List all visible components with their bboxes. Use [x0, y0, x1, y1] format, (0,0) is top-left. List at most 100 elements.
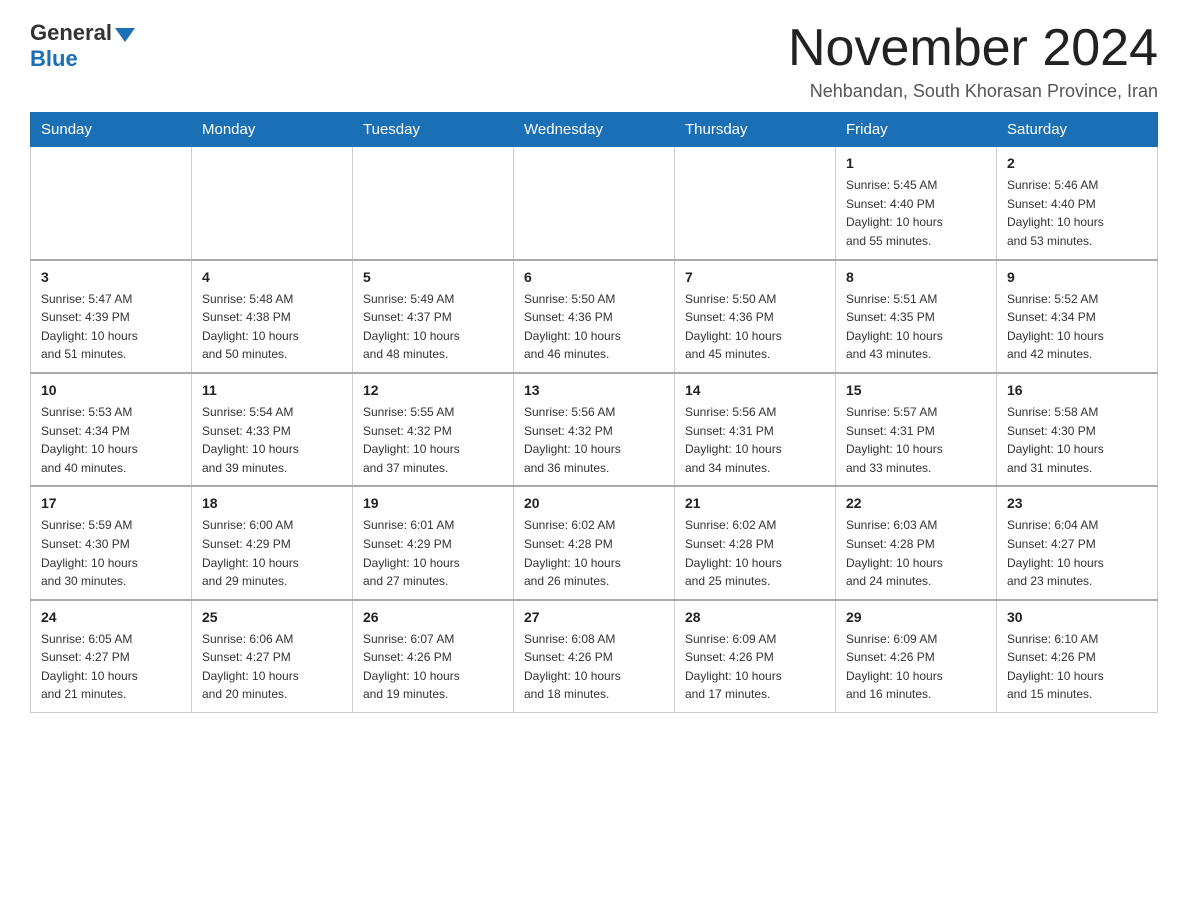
- calendar-cell: [353, 147, 514, 260]
- day-info: Sunrise: 5:52 AM Sunset: 4:34 PM Dayligh…: [1007, 290, 1147, 364]
- day-info: Sunrise: 6:05 AM Sunset: 4:27 PM Dayligh…: [41, 630, 181, 704]
- calendar-cell: 25Sunrise: 6:06 AM Sunset: 4:27 PM Dayli…: [192, 600, 353, 713]
- calendar-week-row-1: 1Sunrise: 5:45 AM Sunset: 4:40 PM Daylig…: [31, 147, 1158, 260]
- calendar-week-row-4: 17Sunrise: 5:59 AM Sunset: 4:30 PM Dayli…: [31, 486, 1158, 599]
- day-number: 10: [41, 380, 181, 401]
- day-number: 2: [1007, 153, 1147, 174]
- day-info: Sunrise: 5:56 AM Sunset: 4:32 PM Dayligh…: [524, 403, 664, 477]
- logo-arrow-icon: [115, 28, 135, 42]
- title-area: November 2024 Nehbandan, South Khorasan …: [788, 20, 1158, 102]
- day-number: 4: [202, 267, 342, 288]
- day-number: 9: [1007, 267, 1147, 288]
- day-number: 13: [524, 380, 664, 401]
- day-number: 14: [685, 380, 825, 401]
- calendar-header-monday: Monday: [192, 113, 353, 147]
- calendar-header-friday: Friday: [836, 113, 997, 147]
- day-info: Sunrise: 5:54 AM Sunset: 4:33 PM Dayligh…: [202, 403, 342, 477]
- day-number: 5: [363, 267, 503, 288]
- day-number: 22: [846, 493, 986, 514]
- calendar-header-tuesday: Tuesday: [353, 113, 514, 147]
- day-number: 19: [363, 493, 503, 514]
- calendar-cell: 13Sunrise: 5:56 AM Sunset: 4:32 PM Dayli…: [514, 373, 675, 486]
- logo-blue-text: Blue: [30, 46, 78, 72]
- day-info: Sunrise: 6:01 AM Sunset: 4:29 PM Dayligh…: [363, 516, 503, 590]
- calendar-week-row-3: 10Sunrise: 5:53 AM Sunset: 4:34 PM Dayli…: [31, 373, 1158, 486]
- logo-general-text: General: [30, 20, 112, 46]
- calendar-header-wednesday: Wednesday: [514, 113, 675, 147]
- calendar-cell: 15Sunrise: 5:57 AM Sunset: 4:31 PM Dayli…: [836, 373, 997, 486]
- day-info: Sunrise: 5:57 AM Sunset: 4:31 PM Dayligh…: [846, 403, 986, 477]
- day-number: 6: [524, 267, 664, 288]
- calendar-cell: 23Sunrise: 6:04 AM Sunset: 4:27 PM Dayli…: [997, 486, 1158, 599]
- day-info: Sunrise: 5:46 AM Sunset: 4:40 PM Dayligh…: [1007, 176, 1147, 250]
- calendar-cell: 5Sunrise: 5:49 AM Sunset: 4:37 PM Daylig…: [353, 260, 514, 373]
- day-number: 12: [363, 380, 503, 401]
- day-info: Sunrise: 5:51 AM Sunset: 4:35 PM Dayligh…: [846, 290, 986, 364]
- day-number: 16: [1007, 380, 1147, 401]
- day-info: Sunrise: 5:55 AM Sunset: 4:32 PM Dayligh…: [363, 403, 503, 477]
- calendar-header-thursday: Thursday: [675, 113, 836, 147]
- day-number: 29: [846, 607, 986, 628]
- day-info: Sunrise: 6:02 AM Sunset: 4:28 PM Dayligh…: [685, 516, 825, 590]
- calendar-cell: 21Sunrise: 6:02 AM Sunset: 4:28 PM Dayli…: [675, 486, 836, 599]
- day-number: 25: [202, 607, 342, 628]
- calendar-cell: 19Sunrise: 6:01 AM Sunset: 4:29 PM Dayli…: [353, 486, 514, 599]
- calendar-week-row-2: 3Sunrise: 5:47 AM Sunset: 4:39 PM Daylig…: [31, 260, 1158, 373]
- calendar-cell: 26Sunrise: 6:07 AM Sunset: 4:26 PM Dayli…: [353, 600, 514, 713]
- day-number: 15: [846, 380, 986, 401]
- day-number: 30: [1007, 607, 1147, 628]
- day-info: Sunrise: 6:03 AM Sunset: 4:28 PM Dayligh…: [846, 516, 986, 590]
- calendar-cell: 8Sunrise: 5:51 AM Sunset: 4:35 PM Daylig…: [836, 260, 997, 373]
- calendar-cell: 7Sunrise: 5:50 AM Sunset: 4:36 PM Daylig…: [675, 260, 836, 373]
- logo-general: General: [30, 20, 135, 46]
- day-number: 21: [685, 493, 825, 514]
- calendar-cell: 22Sunrise: 6:03 AM Sunset: 4:28 PM Dayli…: [836, 486, 997, 599]
- day-info: Sunrise: 6:07 AM Sunset: 4:26 PM Dayligh…: [363, 630, 503, 704]
- calendar-header-sunday: Sunday: [31, 113, 192, 147]
- day-info: Sunrise: 6:04 AM Sunset: 4:27 PM Dayligh…: [1007, 516, 1147, 590]
- day-number: 1: [846, 153, 986, 174]
- day-number: 27: [524, 607, 664, 628]
- day-number: 26: [363, 607, 503, 628]
- calendar-cell: 20Sunrise: 6:02 AM Sunset: 4:28 PM Dayli…: [514, 486, 675, 599]
- day-info: Sunrise: 6:00 AM Sunset: 4:29 PM Dayligh…: [202, 516, 342, 590]
- calendar-cell: [675, 147, 836, 260]
- month-title: November 2024: [788, 20, 1158, 77]
- calendar-cell: 12Sunrise: 5:55 AM Sunset: 4:32 PM Dayli…: [353, 373, 514, 486]
- day-info: Sunrise: 6:06 AM Sunset: 4:27 PM Dayligh…: [202, 630, 342, 704]
- calendar-cell: 17Sunrise: 5:59 AM Sunset: 4:30 PM Dayli…: [31, 486, 192, 599]
- day-info: Sunrise: 6:02 AM Sunset: 4:28 PM Dayligh…: [524, 516, 664, 590]
- page-header: General Blue November 2024 Nehbandan, So…: [30, 20, 1158, 102]
- calendar-cell: 30Sunrise: 6:10 AM Sunset: 4:26 PM Dayli…: [997, 600, 1158, 713]
- calendar-cell: 16Sunrise: 5:58 AM Sunset: 4:30 PM Dayli…: [997, 373, 1158, 486]
- day-number: 7: [685, 267, 825, 288]
- day-info: Sunrise: 5:58 AM Sunset: 4:30 PM Dayligh…: [1007, 403, 1147, 477]
- day-number: 20: [524, 493, 664, 514]
- day-info: Sunrise: 5:49 AM Sunset: 4:37 PM Dayligh…: [363, 290, 503, 364]
- day-number: 18: [202, 493, 342, 514]
- calendar-header-saturday: Saturday: [997, 113, 1158, 147]
- calendar-cell: 28Sunrise: 6:09 AM Sunset: 4:26 PM Dayli…: [675, 600, 836, 713]
- day-number: 17: [41, 493, 181, 514]
- calendar-cell: 10Sunrise: 5:53 AM Sunset: 4:34 PM Dayli…: [31, 373, 192, 486]
- day-info: Sunrise: 6:09 AM Sunset: 4:26 PM Dayligh…: [846, 630, 986, 704]
- calendar-cell: 9Sunrise: 5:52 AM Sunset: 4:34 PM Daylig…: [997, 260, 1158, 373]
- day-info: Sunrise: 5:48 AM Sunset: 4:38 PM Dayligh…: [202, 290, 342, 364]
- calendar-cell: 3Sunrise: 5:47 AM Sunset: 4:39 PM Daylig…: [31, 260, 192, 373]
- logo: General Blue: [30, 20, 135, 72]
- calendar-week-row-5: 24Sunrise: 6:05 AM Sunset: 4:27 PM Dayli…: [31, 600, 1158, 713]
- day-number: 3: [41, 267, 181, 288]
- calendar-cell: 6Sunrise: 5:50 AM Sunset: 4:36 PM Daylig…: [514, 260, 675, 373]
- calendar-cell: [514, 147, 675, 260]
- calendar-cell: 29Sunrise: 6:09 AM Sunset: 4:26 PM Dayli…: [836, 600, 997, 713]
- calendar-cell: 11Sunrise: 5:54 AM Sunset: 4:33 PM Dayli…: [192, 373, 353, 486]
- day-number: 24: [41, 607, 181, 628]
- day-info: Sunrise: 5:45 AM Sunset: 4:40 PM Dayligh…: [846, 176, 986, 250]
- day-info: Sunrise: 5:50 AM Sunset: 4:36 PM Dayligh…: [685, 290, 825, 364]
- day-number: 28: [685, 607, 825, 628]
- day-info: Sunrise: 5:53 AM Sunset: 4:34 PM Dayligh…: [41, 403, 181, 477]
- day-info: Sunrise: 6:09 AM Sunset: 4:26 PM Dayligh…: [685, 630, 825, 704]
- day-info: Sunrise: 5:47 AM Sunset: 4:39 PM Dayligh…: [41, 290, 181, 364]
- calendar-cell: 14Sunrise: 5:56 AM Sunset: 4:31 PM Dayli…: [675, 373, 836, 486]
- calendar-table: SundayMondayTuesdayWednesdayThursdayFrid…: [30, 112, 1158, 713]
